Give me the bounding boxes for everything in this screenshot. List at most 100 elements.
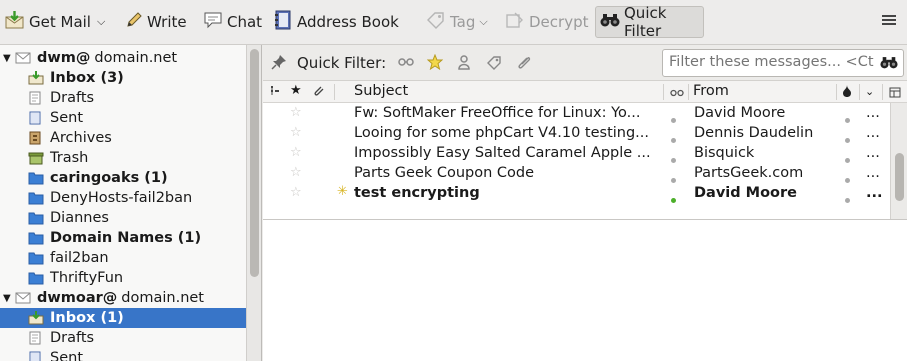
decrypt-label: Decrypt xyxy=(529,13,589,31)
folder-icon xyxy=(28,191,44,205)
more-ellipsis: ... xyxy=(866,125,880,141)
get-mail-button[interactable]: Get Mail ⌵ xyxy=(0,6,110,38)
app-menu-button[interactable] xyxy=(876,6,902,38)
decrypt-button[interactable]: Decrypt xyxy=(500,6,593,38)
scrollbar-thumb[interactable] xyxy=(895,153,904,201)
column-sort-chevron-icon[interactable]: ⌄ xyxy=(865,85,874,98)
chat-button[interactable]: Chat xyxy=(198,6,267,38)
folder-drafts[interactable]: Drafts xyxy=(0,328,246,348)
chevron-down-icon[interactable]: ⌵ xyxy=(97,15,105,29)
folder-archives[interactable]: Archives xyxy=(0,128,246,148)
archives-icon xyxy=(28,131,44,145)
column-picker-icon[interactable] xyxy=(889,86,901,102)
pencil-icon xyxy=(125,11,143,33)
folder-sent[interactable]: Sent xyxy=(0,108,246,128)
account-row-dwmoar[interactable]: ▼ dwmoar@ domain.net xyxy=(0,288,246,308)
folder-caringoaks[interactable]: caringoaks (1) xyxy=(0,168,246,188)
message-from: David Moore xyxy=(694,185,798,201)
more-ellipsis: ... xyxy=(866,165,880,181)
message-pane: Quick Filter: ★ Su xyxy=(263,45,907,361)
quick-filter-label: Quick Filter xyxy=(624,4,667,40)
quick-filter-title: Quick Filter: xyxy=(297,54,387,72)
folder-pane-scrollbar[interactable] xyxy=(246,45,261,361)
chevron-down-icon: ⌵ xyxy=(479,15,488,28)
star-toggle-icon[interactable]: ☆ xyxy=(290,165,302,180)
message-from: David Moore xyxy=(694,105,786,121)
more-ellipsis: ... xyxy=(866,145,880,161)
folder-label: Inbox (3) xyxy=(50,70,124,86)
pane-splitter[interactable] xyxy=(263,219,907,220)
subject-column-header[interactable]: Subject xyxy=(354,83,408,99)
folder-trash[interactable]: Trash xyxy=(0,148,246,168)
folder-label: Trash xyxy=(50,150,89,166)
quick-filter-button[interactable]: Quick Filter xyxy=(595,4,704,40)
folder-label: Inbox (1) xyxy=(50,310,124,326)
pin-icon[interactable] xyxy=(271,54,287,74)
message-from: Bisquick xyxy=(694,145,755,161)
tag-button[interactable]: Tag ⌵ xyxy=(421,6,493,38)
binoculars-icon xyxy=(600,13,620,31)
tag-icon xyxy=(426,11,446,33)
folder-thriftyfun[interactable]: ThriftyFun xyxy=(0,268,246,288)
tags-filter-icon[interactable] xyxy=(487,55,503,75)
junk-column-icon[interactable] xyxy=(842,84,852,102)
get-mail-icon xyxy=(5,11,25,33)
from-column-header[interactable]: From xyxy=(693,83,729,99)
attachment-filter-icon[interactable] xyxy=(516,55,532,75)
folder-denyhosts-fail2ban[interactable]: DenyHosts-fail2ban xyxy=(0,188,246,208)
folder-icon xyxy=(28,211,44,225)
contact-filter-icon[interactable] xyxy=(457,55,471,74)
junk-status-dot[interactable] xyxy=(845,191,850,207)
starred-filter-icon[interactable] xyxy=(426,53,444,74)
folder-sent[interactable]: Sent xyxy=(0,348,246,361)
address-book-label: Address Book xyxy=(297,13,399,31)
message-row[interactable]: ☆ Fw: SoftMaker FreeOffice for Linux: Yo… xyxy=(263,104,890,124)
write-button[interactable]: Write xyxy=(120,6,192,38)
message-row[interactable]: ☆ Looing for some phpCart V4.10 testing.… xyxy=(263,124,890,144)
star-toggle-icon[interactable]: ☆ xyxy=(290,145,302,160)
message-row[interactable]: ☆ Impossibly Easy Salted Caramel Apple .… xyxy=(263,144,890,164)
read-status-dot[interactable] xyxy=(671,191,676,207)
folder-drafts[interactable]: Drafts xyxy=(0,88,246,108)
collapse-twisty-icon[interactable]: ▼ xyxy=(3,293,15,304)
collapse-twisty-icon[interactable]: ▼ xyxy=(3,53,15,64)
account-domain: domain.net xyxy=(94,50,178,66)
folder-label: Archives xyxy=(50,130,112,146)
address-book-icon xyxy=(273,10,293,34)
account-icon xyxy=(15,51,31,65)
folder-fail2ban[interactable]: fail2ban xyxy=(0,248,246,268)
get-mail-label: Get Mail xyxy=(29,13,91,31)
attachment-column-icon[interactable] xyxy=(313,85,325,101)
folder-inbox-selected[interactable]: Inbox (1) xyxy=(0,308,246,328)
inbox-icon xyxy=(28,71,44,85)
message-row[interactable]: ☆ Parts Geek Coupon Code PartsGeek.com .… xyxy=(263,164,890,184)
star-toggle-icon[interactable]: ☆ xyxy=(290,125,302,140)
address-book-button[interactable]: Address Book xyxy=(268,6,404,38)
folder-domain-names[interactable]: Domain Names (1) xyxy=(0,228,246,248)
star-toggle-icon[interactable]: ☆ xyxy=(290,105,302,120)
sent-icon xyxy=(28,111,44,125)
message-subject: Fw: SoftMaker FreeOffice for Linux: Yo..… xyxy=(354,105,641,121)
star-toggle-icon[interactable]: ☆ xyxy=(290,185,302,200)
scrollbar-thumb[interactable] xyxy=(250,49,259,277)
message-row-unread[interactable]: ☆ ✳ test encrypting David Moore ... xyxy=(263,184,890,204)
folder-label: Drafts xyxy=(50,90,95,106)
message-subject: test encrypting xyxy=(354,185,480,201)
binoculars-icon xyxy=(880,56,898,73)
folder-label: Drafts xyxy=(50,330,95,346)
thread-column-icon[interactable] xyxy=(269,85,281,101)
star-column-icon[interactable]: ★ xyxy=(290,83,302,98)
read-status-column-icon[interactable] xyxy=(670,86,684,102)
unread-filter-icon[interactable] xyxy=(398,56,414,72)
message-subject: Impossibly Easy Salted Caramel Apple ... xyxy=(354,145,651,161)
account-name: dwmoar@ xyxy=(37,290,118,306)
account-row-dwm[interactable]: ▼ dwm@ domain.net xyxy=(0,48,246,68)
message-list-scrollbar[interactable] xyxy=(890,103,907,219)
trash-icon xyxy=(28,151,44,165)
folder-inbox[interactable]: Inbox (3) xyxy=(0,68,246,88)
filter-search-field[interactable] xyxy=(662,49,904,77)
filter-search-input[interactable] xyxy=(669,54,875,70)
folder-label: ThriftyFun xyxy=(50,270,124,286)
message-from: PartsGeek.com xyxy=(694,165,804,181)
folder-diannes[interactable]: Diannes xyxy=(0,208,246,228)
